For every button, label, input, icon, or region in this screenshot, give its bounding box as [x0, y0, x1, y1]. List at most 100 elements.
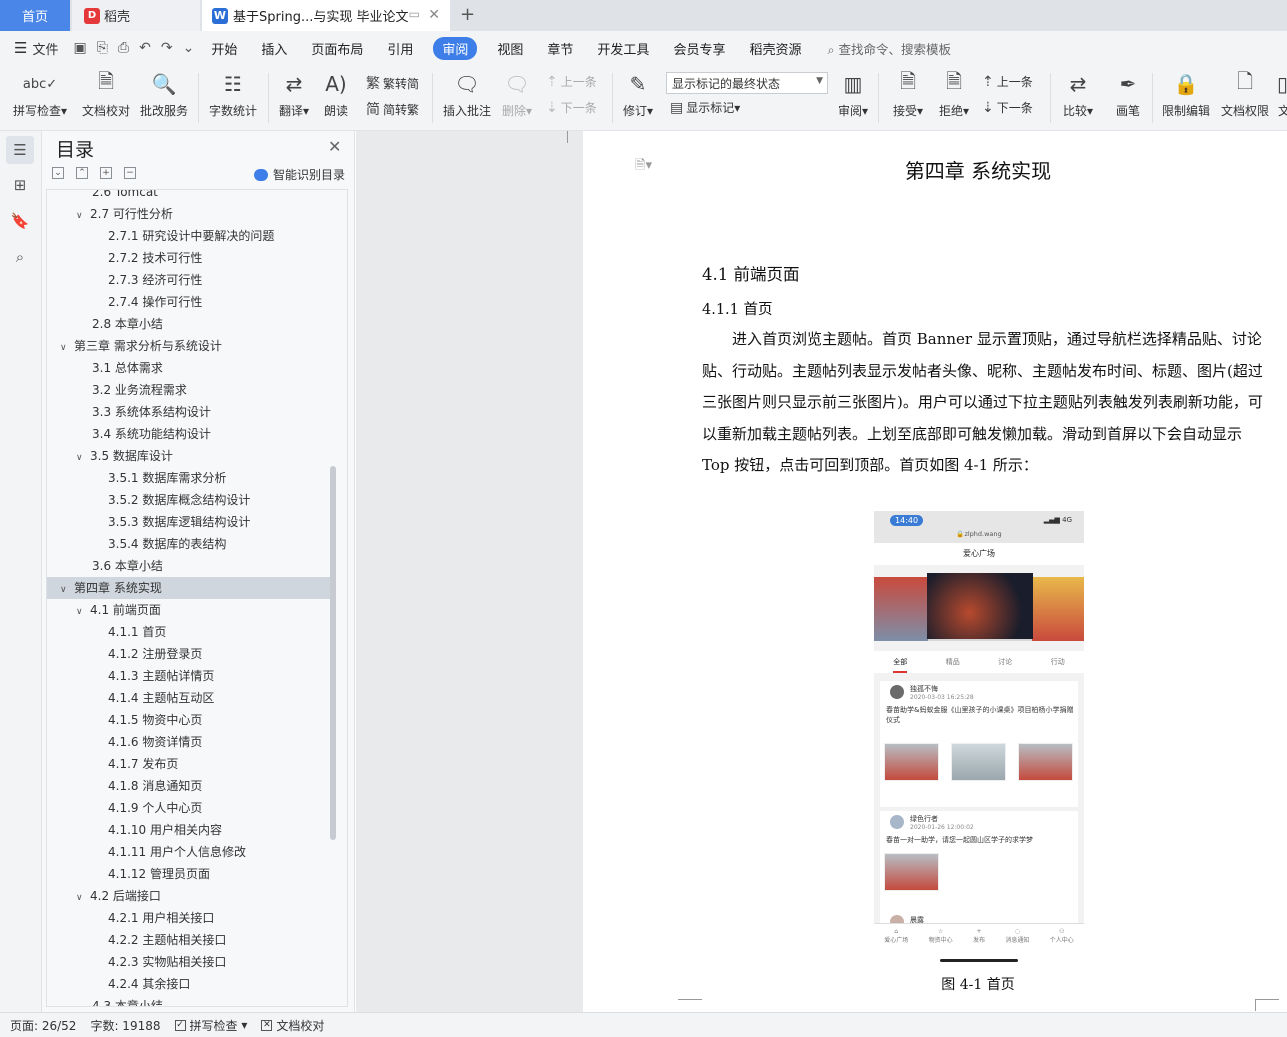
menu-insert[interactable]: 插入 — [261, 39, 287, 58]
toc-item[interactable]: 3.5.3 数据库逻辑结构设计 — [47, 511, 330, 533]
markup-state-select[interactable]: 显示标记的最终状态 ▼ — [666, 72, 828, 94]
insert-comment-button[interactable]: 🗨 插入批注 — [440, 69, 494, 119]
ribbon-overflow-item[interactable]: ▯ 文 — [1278, 69, 1287, 119]
smart-toc-button[interactable]: 智能识别目录 — [254, 166, 345, 183]
compare-button[interactable]: ⇄ 比较▾ — [1058, 69, 1098, 119]
more-icon[interactable]: ⌄ — [183, 40, 195, 56]
chevron-down-icon[interactable]: ∨ — [76, 205, 90, 227]
tab-home[interactable]: 首页 — [0, 0, 70, 31]
simp-to-trad-button[interactable]: 简简转繁 — [366, 99, 419, 119]
accept-button[interactable]: 🗎 接受▾ — [888, 69, 928, 119]
toc-item[interactable]: 4.1.11 用户个人信息修改 — [47, 841, 330, 863]
export-icon[interactable]: ⎘ — [97, 40, 108, 56]
next-comment-button[interactable]: ⇣ 下一条 — [546, 99, 597, 116]
toc-item[interactable]: ∨ 2.7 可行性分析 — [47, 203, 330, 225]
menu-start[interactable]: 开始 — [211, 39, 237, 58]
bookmark-icon[interactable]: 🔖 — [6, 207, 34, 235]
pin-icon[interactable]: ▭ — [409, 7, 420, 21]
toc-item[interactable]: ∨ 第四章 系统实现 — [47, 577, 330, 599]
toc-item[interactable]: 3.4 系统功能结构设计 — [47, 423, 330, 445]
toc-item[interactable]: 4.1.10 用户相关内容 — [47, 819, 330, 841]
chevron-down-icon[interactable]: ∨ — [76, 447, 90, 469]
toc-item[interactable]: 4.1.12 管理员页面 — [47, 863, 330, 885]
trad-to-simp-button[interactable]: 繁繁转简 — [366, 73, 419, 93]
page-indicator[interactable]: 页面: 26/52 — [10, 1017, 76, 1034]
toc-item[interactable]: 4.1.2 注册登录页 — [47, 643, 330, 665]
toc-item[interactable]: 4.1.5 物资中心页 — [47, 709, 330, 731]
reject-button[interactable]: 🗎 拒绝▾ — [934, 69, 974, 119]
toc-item[interactable]: 3.6 本章小结 — [47, 555, 330, 577]
pen-button[interactable]: ✒ 画笔 — [1110, 69, 1146, 119]
menu-member[interactable]: 会员专享 — [673, 39, 725, 58]
toc-scrollbar[interactable] — [330, 466, 336, 840]
doc-permission-button[interactable]: 🗋 文档权限 — [1218, 69, 1272, 119]
toc-item[interactable]: 4.2.4 其余接口 — [47, 973, 330, 995]
next-change-button[interactable]: ⇣ 下一条 — [982, 99, 1033, 116]
toc-item[interactable]: 2.7.4 操作可行性 — [47, 291, 330, 313]
chevron-down-icon[interactable]: ∨ — [60, 337, 74, 359]
menu-view[interactable]: 视图 — [497, 39, 523, 58]
menu-devtools[interactable]: 开发工具 — [597, 39, 649, 58]
add-heading-icon[interactable]: + — [100, 167, 112, 179]
redo-icon[interactable]: ↷ — [161, 40, 173, 56]
review-pane-button[interactable]: ▥ 审阅▾ — [834, 69, 872, 119]
toc-item[interactable]: 4.2.2 主题帖相关接口 — [47, 929, 330, 951]
save-icon[interactable]: ▣ — [73, 40, 86, 56]
toc-item[interactable]: 2.6 Tomcat — [47, 190, 330, 203]
chevron-down-icon[interactable]: ∨ — [76, 887, 90, 909]
status-spell-check[interactable]: ✓ 拼写检查 ▾ — [174, 1017, 247, 1034]
document-page[interactable]: 🗎▾ 第四章 系统实现 4.1 前端页面 4.1.1 首页 进入首页浏览主题帖。… — [583, 131, 1287, 1012]
toc-item[interactable]: 2.7.2 技术可行性 — [47, 247, 330, 269]
word-count-indicator[interactable]: 字数: 19188 — [90, 1017, 160, 1034]
spell-check-button[interactable]: abc✓ 拼写检查▾ — [10, 69, 70, 119]
file-menu-button[interactable]: ☰ 文件 — [0, 39, 68, 58]
menu-resources[interactable]: 稻壳资源 — [749, 39, 801, 58]
restrict-edit-button[interactable]: 🔒 限制编辑 — [1158, 69, 1214, 119]
toc-item[interactable]: ∨ 第三章 需求分析与系统设计 — [47, 335, 330, 357]
expand-all-icon[interactable]: ⌃ — [76, 167, 88, 179]
toc-item[interactable]: ∨ 4.2 后端接口 — [47, 885, 330, 907]
toc-panel-icon[interactable]: ☰ — [6, 136, 34, 164]
toc-item[interactable]: 4.1.9 个人中心页 — [47, 797, 330, 819]
close-icon[interactable]: ✕ — [328, 137, 341, 156]
undo-icon[interactable]: ↶ — [139, 40, 151, 56]
prev-comment-button[interactable]: ⇡ 上一条 — [546, 73, 597, 90]
chevron-down-icon[interactable]: ∨ — [76, 601, 90, 623]
toc-item[interactable]: 4.1.6 物资详情页 — [47, 731, 330, 753]
print-icon[interactable]: ⎙ — [118, 40, 129, 56]
delete-comment-button[interactable]: 🗨 删除▾ — [498, 69, 536, 119]
toc-item[interactable]: 4.2.3 实物贴相关接口 — [47, 951, 330, 973]
chapter-nav-icon[interactable]: ⊞ — [6, 171, 34, 199]
toc-item[interactable]: ∨ 3.5 数据库设计 — [47, 445, 330, 467]
prev-change-button[interactable]: ⇡ 上一条 — [982, 73, 1033, 90]
proofread-button[interactable]: 🗎 文档校对 — [78, 69, 134, 119]
chevron-down-icon[interactable]: ∨ — [60, 579, 74, 601]
translate-button[interactable]: ⇄ 翻译▾ — [274, 69, 314, 119]
toc-item[interactable]: 4.3 本章小结 — [47, 995, 330, 1006]
tab-document[interactable]: W 基于Spring...与实现 毕业论文 ▭ ✕ — [202, 0, 450, 31]
tab-daoke[interactable]: D 稻壳 — [72, 0, 200, 31]
track-changes-button[interactable]: ✎ 修订▾ — [618, 69, 658, 119]
word-count-button[interactable]: ☷ 字数统计 — [206, 69, 260, 119]
batch-service-button[interactable]: 🔍 批改服务 — [138, 69, 190, 119]
toc-item[interactable]: ∨ 4.1 前端页面 — [47, 599, 330, 621]
toc-item[interactable]: 3.5.4 数据库的表结构 — [47, 533, 330, 555]
toc-item[interactable]: 2.7.1 研究设计中要解决的问题 — [47, 225, 330, 247]
toc-item[interactable]: 4.1.3 主题帖详情页 — [47, 665, 330, 687]
toc-item[interactable]: 2.8 本章小结 — [47, 313, 330, 335]
toc-item[interactable]: 4.1.1 首页 — [47, 621, 330, 643]
toc-item[interactable]: 3.2 业务流程需求 — [47, 379, 330, 401]
show-markup-button[interactable]: ▤ 显示标记 ▾ — [670, 99, 740, 116]
remove-heading-icon[interactable]: − — [124, 167, 136, 179]
new-tab-icon[interactable]: + — [460, 4, 475, 25]
toc-item[interactable]: 2.7.3 经济可行性 — [47, 269, 330, 291]
menu-section[interactable]: 章节 — [547, 39, 573, 58]
menu-review[interactable]: 审阅 — [433, 36, 478, 60]
menu-reference[interactable]: 引用 — [387, 39, 413, 58]
search-icon[interactable]: ⌕ — [6, 243, 34, 271]
menu-layout[interactable]: 页面布局 — [311, 39, 363, 58]
toc-item[interactable]: 4.1.8 消息通知页 — [47, 775, 330, 797]
toc-item[interactable]: 3.5.1 数据库需求分析 — [47, 467, 330, 489]
status-proofread[interactable]: ✕ 文档校对 — [261, 1017, 324, 1034]
toc-item[interactable]: 4.1.4 主题帖互动区 — [47, 687, 330, 709]
